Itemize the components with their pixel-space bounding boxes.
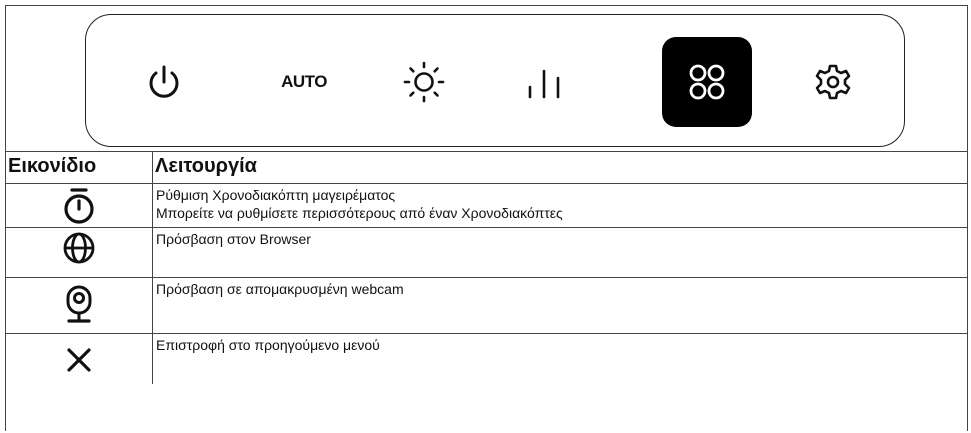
function-line: Ρύθμιση Χρονοδιακόπτη μαγειρέματος (156, 187, 396, 203)
globe-icon (63, 232, 95, 264)
gear-icon (815, 64, 851, 100)
auto-button[interactable]: AUTO (259, 37, 349, 127)
bars-icon (528, 69, 560, 99)
function-cell: Ρύθμιση Χρονοδιακόπτη μαγειρέματος Μπορε… (152, 183, 968, 228)
icon-column-header: Εικονίδιο (5, 151, 153, 184)
power-button[interactable] (119, 37, 209, 127)
function-line: Μπορείτε να ρυθμίσετε περισσότερους από … (156, 205, 563, 221)
function-column-header: Λειτουργία (152, 151, 968, 184)
function-line: Επιστροφή στο προηγούμενο μενού (156, 337, 380, 353)
icon-cell (5, 227, 153, 278)
function-line: Πρόσβαση σε απομακρυσμένη webcam (156, 281, 404, 297)
icon-cell (5, 333, 153, 384)
function-cell: Πρόσβαση στον Browser (152, 227, 968, 278)
icon-legend-table: Εικονίδιο Λειτουργία Ρύθμιση Χρονοδιακόπ… (5, 151, 968, 384)
legend-header-row: Εικονίδιο Λειτουργία (5, 151, 968, 184)
sun-icon (403, 61, 445, 103)
brightness-button[interactable] (379, 37, 469, 127)
levels-button[interactable] (499, 37, 589, 127)
four-circles-icon (689, 64, 725, 100)
table-row: Ρύθμιση Χρονοδιακόπτη μαγειρέματος Μπορε… (5, 183, 968, 228)
icon-cell (5, 183, 153, 228)
table-row: Πρόσβαση στον Browser (5, 227, 968, 278)
function-cell: Πρόσβαση σε απομακρυσμένη webcam (152, 277, 968, 334)
webcam-icon (66, 285, 92, 323)
icon-cell (5, 277, 153, 334)
power-icon (149, 65, 179, 98)
table-row: Επιστροφή στο προηγούμενο μενού (5, 333, 968, 384)
stopwatch-icon (64, 188, 94, 224)
apps-button[interactable] (662, 37, 752, 127)
table-row: Πρόσβαση σε απομακρυσμένη webcam (5, 277, 968, 334)
auto-label: AUTO (281, 72, 327, 91)
control-panel: AUTO (85, 14, 905, 147)
settings-button[interactable] (788, 37, 878, 127)
function-line: Πρόσβαση στον Browser (156, 231, 311, 247)
function-cell: Επιστροφή στο προηγούμενο μενού (152, 333, 968, 384)
close-icon (67, 348, 91, 372)
